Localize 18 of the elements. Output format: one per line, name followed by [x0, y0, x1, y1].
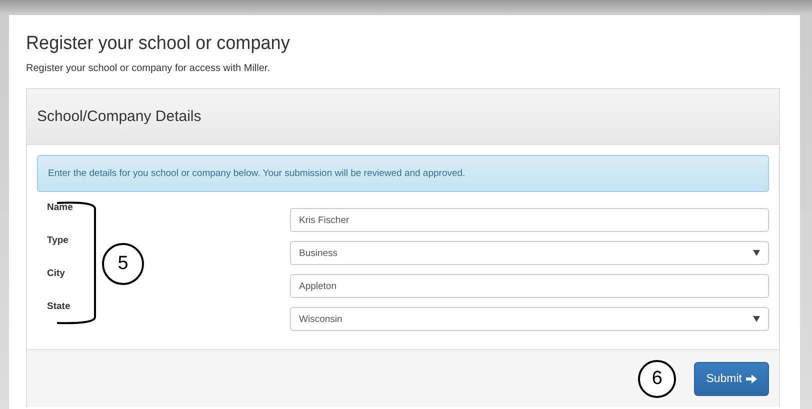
caret-icon: [753, 250, 760, 256]
callout-number: 5: [102, 243, 144, 285]
arrow-icon: [746, 374, 757, 384]
dropdown-field[interactable]: Wisconsin: [290, 307, 769, 331]
page-subtitle: Register your school or company for access with Miller.: [26, 63, 271, 74]
field-label: City: [46, 268, 65, 281]
page-title: Register your school or company: [26, 33, 291, 55]
field-label: Type: [46, 235, 68, 248]
text-field[interactable]: Kris Fischer: [290, 208, 769, 232]
caret-icon: [753, 316, 760, 322]
panel-title: School/Company Details: [37, 108, 202, 125]
info-alert: Enter the details for you school or company below. Your submission will be reviewed and approved.: [37, 155, 769, 192]
dropdown-field[interactable]: Business: [290, 241, 769, 265]
submit-button[interactable]: Submit: [694, 362, 769, 396]
text-field[interactable]: Appleton: [290, 274, 769, 298]
field-label: Name: [46, 202, 73, 215]
field-label: State: [46, 301, 70, 314]
callout-number: 6: [638, 360, 676, 398]
